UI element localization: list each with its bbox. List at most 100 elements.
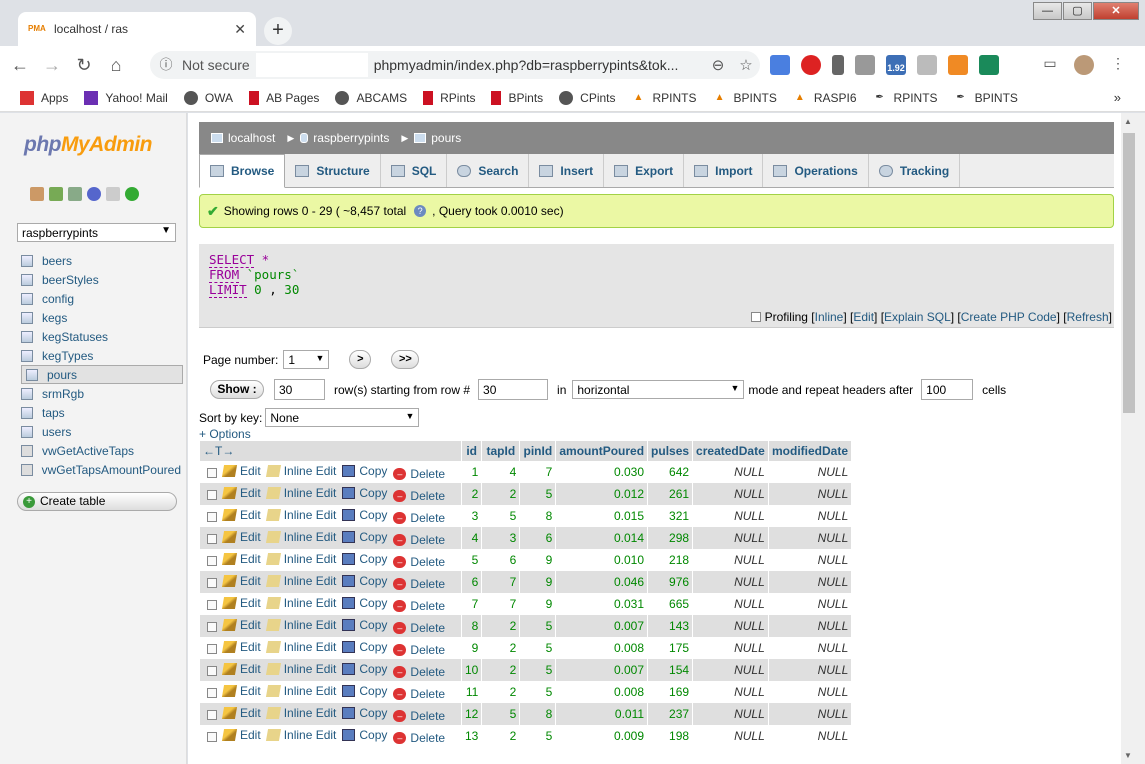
minimize-button[interactable]: — [1033, 2, 1062, 20]
cell-id[interactable]: 12 [460, 703, 482, 725]
bookmark-abcams[interactable]: ABCAMS [335, 90, 407, 105]
cell-modifieddate[interactable]: NULL [767, 615, 852, 637]
options-toggle-link[interactable]: + Options [199, 427, 251, 441]
tab-operations[interactable]: Operations [763, 154, 869, 187]
r-extension-icon[interactable] [917, 55, 937, 75]
cell-id[interactable]: 5 [460, 549, 482, 571]
page-number-select[interactable]: 1 ▼ [283, 350, 330, 369]
sidebar-item-kegs[interactable]: kegs [21, 308, 181, 327]
column-header-id[interactable]: id [460, 441, 482, 461]
cell-modifieddate[interactable]: NULL [767, 659, 852, 681]
cell-modifieddate[interactable]: NULL [767, 571, 852, 593]
cast-icon[interactable]: ▭ [1040, 55, 1060, 75]
delete-row-link[interactable]: – Delete [393, 489, 445, 503]
tab-tracking[interactable]: Tracking [869, 154, 961, 187]
scroll-down-icon[interactable]: ▼ [1124, 751, 1132, 760]
cell-amountpoured[interactable]: 0.031 [555, 593, 648, 615]
delete-row-link[interactable]: – Delete [393, 731, 445, 745]
cell-pinid[interactable]: 8 [519, 703, 556, 725]
bookmark-apps[interactable]: Apps [20, 90, 68, 105]
edit-row-link[interactable]: Edit [221, 728, 261, 742]
cell-pulses[interactable]: 169 [647, 681, 693, 703]
sidebar-item-beers[interactable]: beers [21, 251, 181, 270]
delete-row-link[interactable]: – Delete [393, 643, 445, 657]
cell-id[interactable]: 3 [460, 505, 482, 527]
cell-tapid[interactable]: 2 [481, 615, 520, 637]
cell-pinid[interactable]: 6 [519, 527, 556, 549]
column-header-tapid[interactable]: tapId [481, 441, 520, 461]
inline-edit-row-link[interactable]: Inline Edit [265, 552, 336, 566]
translate-extension-icon[interactable] [770, 55, 790, 75]
inline-edit-row-link[interactable]: Inline Edit [265, 662, 336, 676]
cell-createddate[interactable]: NULL [692, 637, 769, 659]
copy-row-link[interactable]: Copy [342, 486, 387, 500]
cell-amountpoured[interactable]: 0.007 [555, 615, 648, 637]
cell-createddate[interactable]: NULL [692, 527, 769, 549]
sidebar-item-kegstatuses[interactable]: kegStatuses [21, 327, 181, 346]
delete-row-link[interactable]: – Delete [393, 511, 445, 525]
cell-pulses[interactable]: 976 [647, 571, 693, 593]
refresh-link[interactable]: Refresh [1067, 310, 1109, 324]
reload-nav-icon[interactable] [125, 187, 139, 201]
delete-row-link[interactable]: – Delete [393, 599, 445, 613]
row-checkbox[interactable] [207, 688, 217, 699]
copy-row-link[interactable]: Copy [342, 464, 387, 478]
cell-pulses[interactable]: 218 [647, 549, 693, 571]
logout-icon[interactable] [49, 187, 63, 201]
copy-row-link[interactable]: Copy [342, 530, 387, 544]
bookmark-pma-raspi6[interactable]: ▲ RASPI6 [793, 91, 857, 105]
copy-row-link[interactable]: Copy [342, 662, 387, 676]
row-checkbox[interactable] [207, 666, 217, 677]
scroll-up-icon[interactable]: ▲ [1124, 117, 1132, 126]
sql-query-icon[interactable] [68, 187, 82, 201]
tab-sql[interactable]: SQL [381, 154, 448, 187]
sidebar-item-vwgetactivetaps[interactable]: vwGetActiveTaps [21, 441, 181, 460]
cell-modifieddate[interactable]: NULL [767, 637, 852, 659]
breadcrumb-server[interactable]: localhost [211, 131, 281, 145]
cell-id[interactable]: 6 [460, 571, 482, 593]
sql-query-text[interactable]: SELECT * FROM `pours` LIMIT 0 , 30 [209, 252, 299, 298]
cell-createddate[interactable]: NULL [692, 703, 769, 725]
edit-row-link[interactable]: Edit [221, 662, 261, 676]
cell-pinid[interactable]: 5 [519, 637, 556, 659]
cell-id[interactable]: 8 [460, 615, 482, 637]
maximize-button[interactable]: ▢ [1063, 2, 1092, 20]
cell-id[interactable]: 9 [460, 637, 482, 659]
cell-amountpoured[interactable]: 0.007 [555, 659, 648, 681]
cell-pinid[interactable]: 5 [519, 615, 556, 637]
cell-modifieddate[interactable]: NULL [767, 483, 852, 505]
cell-pulses[interactable]: 321 [647, 505, 693, 527]
inline-edit-row-link[interactable]: Inline Edit [265, 596, 336, 610]
cell-modifieddate[interactable]: NULL [767, 461, 852, 483]
column-header-amountpoured[interactable]: amountPoured [555, 441, 648, 461]
edit-row-link[interactable]: Edit [221, 552, 261, 566]
cell-amountpoured[interactable]: 0.008 [555, 681, 648, 703]
sort-by-key-select[interactable]: None ▼ [265, 408, 420, 427]
cell-pulses[interactable]: 298 [647, 527, 693, 549]
row-checkbox[interactable] [207, 556, 217, 567]
address-bar[interactable]: ⓘ Not secure phpmyadmin/index.php?db=ras… [150, 51, 760, 79]
cell-pinid[interactable]: 5 [519, 483, 556, 505]
cell-createddate[interactable]: NULL [692, 505, 769, 527]
row-checkbox[interactable] [207, 600, 217, 611]
s-extension-icon[interactable] [979, 55, 999, 75]
adblock-extension-icon[interactable] [801, 55, 821, 75]
cell-tapid[interactable]: 2 [481, 725, 520, 747]
cell-pinid[interactable]: 9 [519, 571, 556, 593]
edit-row-link[interactable]: Edit [221, 464, 261, 478]
database-select[interactable]: raspberrypints ▼ [17, 223, 176, 242]
cell-id[interactable]: 4 [460, 527, 482, 549]
sidebar-item-config[interactable]: config [21, 289, 181, 308]
cell-amountpoured[interactable]: 0.030 [555, 461, 648, 483]
forward-icon[interactable]: → [40, 55, 64, 76]
inline-edit-row-link[interactable]: Inline Edit [265, 486, 336, 500]
edit-row-link[interactable]: Edit [221, 706, 261, 720]
edit-row-link[interactable]: Edit [221, 640, 261, 654]
cell-tapid[interactable]: 2 [481, 659, 520, 681]
column-header-createddate[interactable]: createdDate [692, 441, 769, 461]
phpmyadmin-logo[interactable]: phpMyAdmin [24, 133, 152, 157]
cell-amountpoured[interactable]: 0.009 [555, 725, 648, 747]
cell-amountpoured[interactable]: 0.015 [555, 505, 648, 527]
inline-edit-row-link[interactable]: Inline Edit [265, 706, 336, 720]
edit-row-link[interactable]: Edit [221, 486, 261, 500]
